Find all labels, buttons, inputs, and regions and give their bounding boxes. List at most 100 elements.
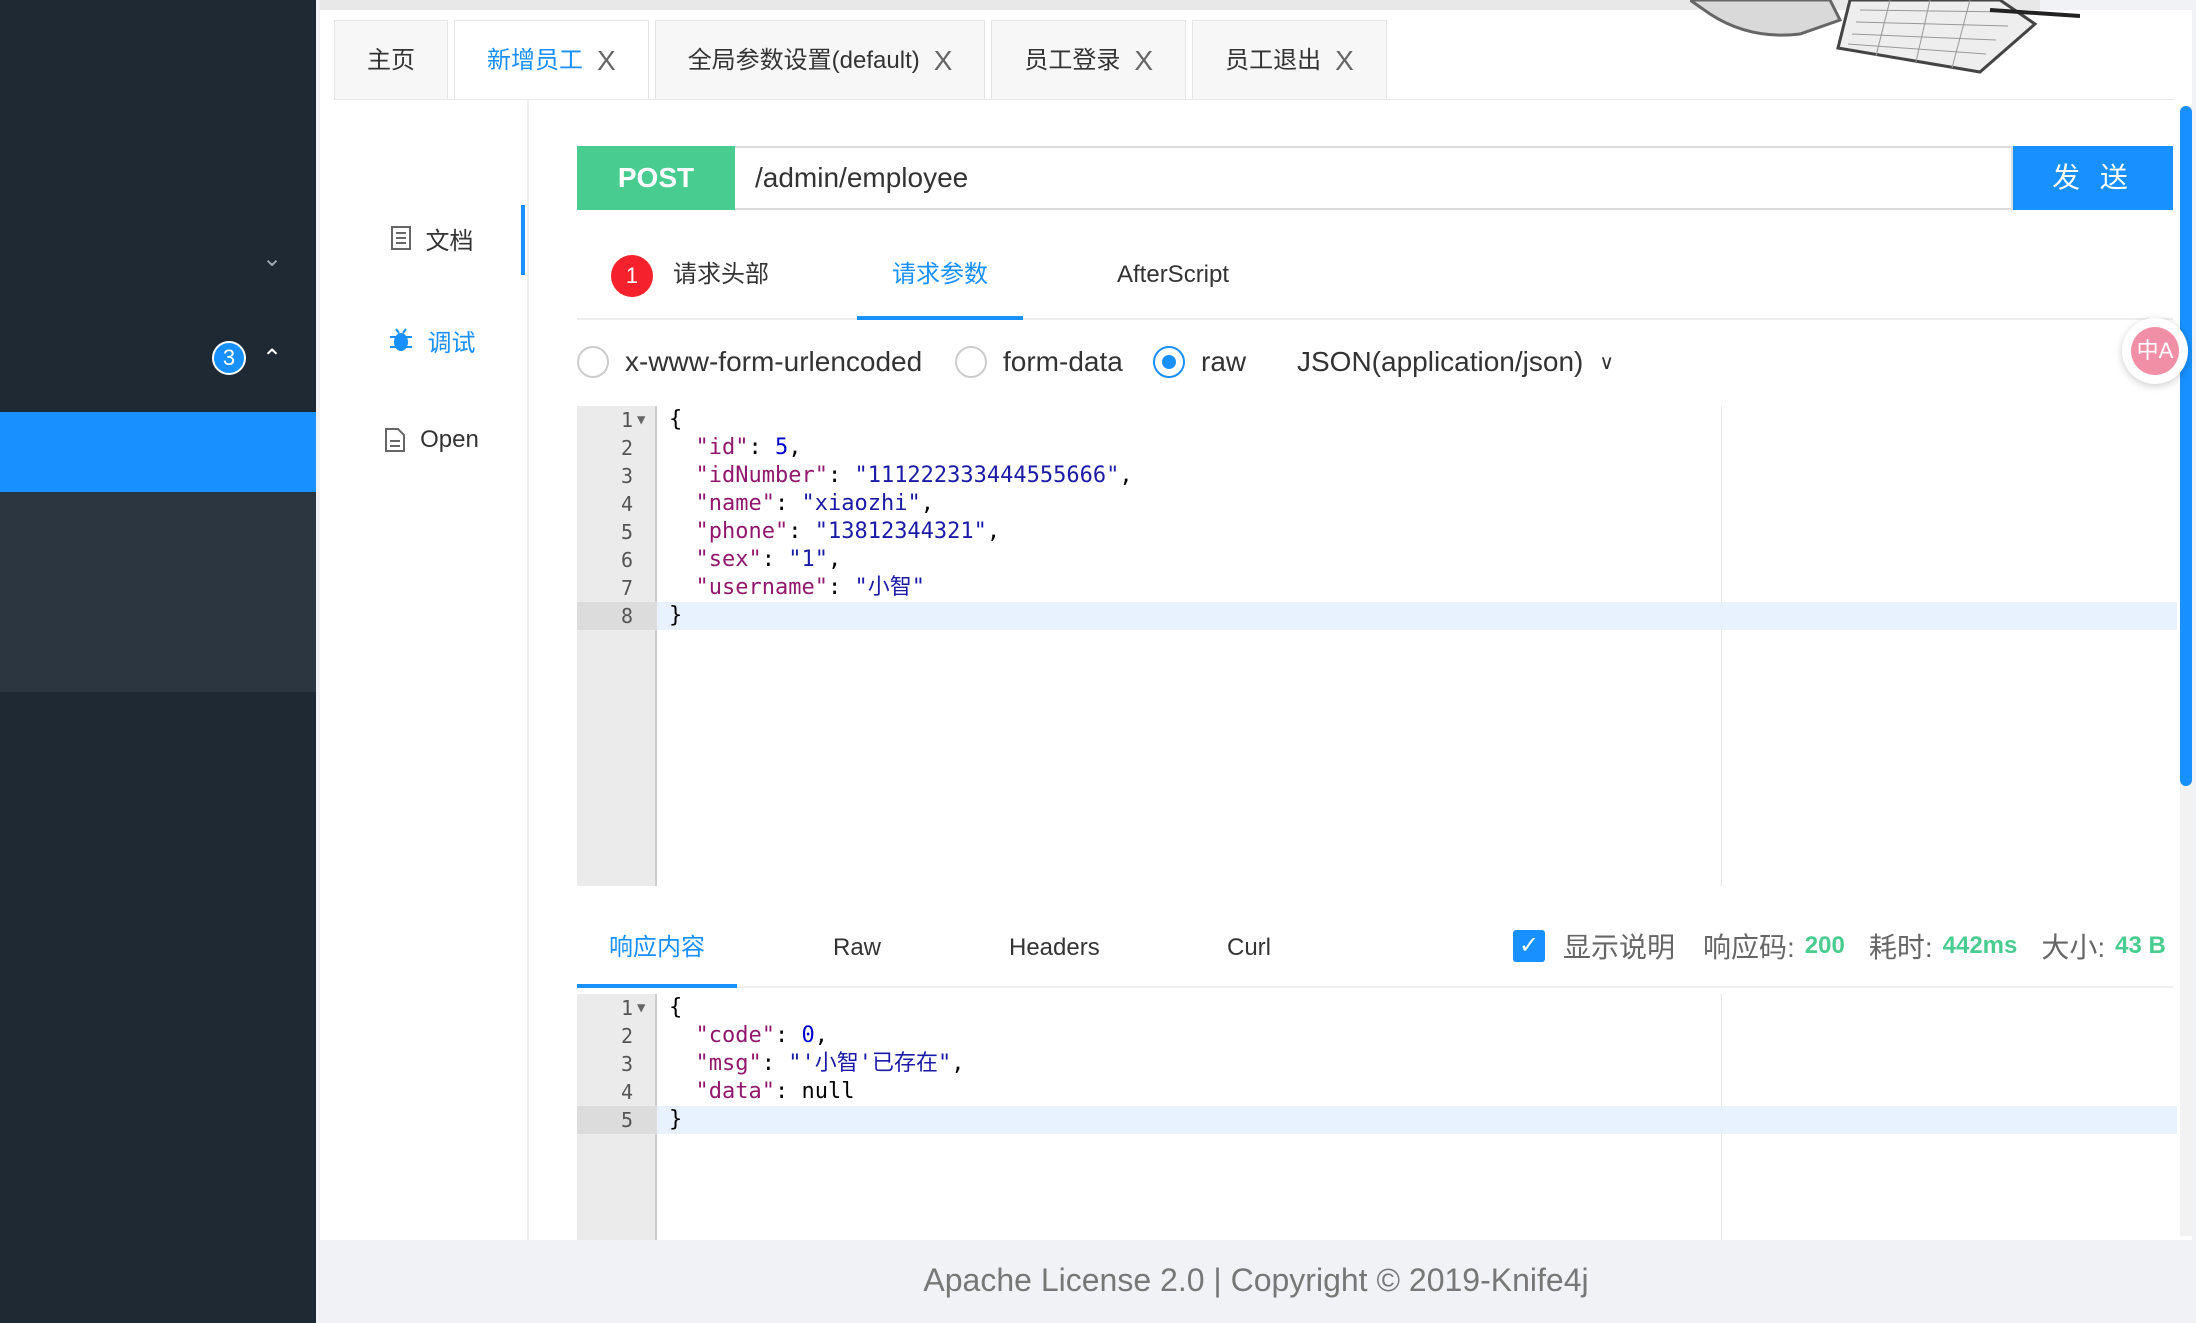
headers-count-badge: 1 bbox=[611, 254, 653, 297]
page-footer: Apache License 2.0 | Copyright © 2019-Kn… bbox=[316, 1240, 2196, 1323]
field-value: null bbox=[801, 1079, 855, 1104]
menu-item-docs[interactable]: 文档 bbox=[334, 208, 529, 268]
tab-label: 全局参数设置(default) bbox=[687, 46, 920, 74]
status-code-value: 200 bbox=[1804, 932, 1845, 959]
code-text: "msg": "'小智'已存在", bbox=[695, 1051, 965, 1076]
code-text: "id": 5, bbox=[695, 435, 802, 460]
field-value: "'小智'已存在" bbox=[788, 1051, 952, 1076]
file-icon bbox=[385, 428, 406, 452]
tabs-divider bbox=[334, 99, 2174, 100]
code-text: "data": null bbox=[695, 1079, 855, 1104]
content-type-select[interactable]: JSON(application/json) ∨ bbox=[1297, 340, 1614, 384]
translate-button[interactable]: 中A bbox=[2122, 318, 2188, 384]
code-text: } bbox=[669, 1107, 683, 1132]
code-line-active: 8} bbox=[577, 602, 2177, 630]
status-code-label: 响应码: bbox=[1703, 932, 1795, 963]
field-value: "111222333444555666" bbox=[854, 463, 1120, 488]
code-text: } bbox=[669, 603, 683, 628]
bug-icon bbox=[389, 328, 412, 351]
code-text: "idNumber": "111222333444555666", bbox=[695, 463, 1133, 488]
tab-home[interactable]: 主页 bbox=[334, 20, 448, 100]
url-input[interactable]: /admin/employee bbox=[735, 146, 2013, 210]
fold-icon[interactable]: ▼ bbox=[637, 994, 645, 1022]
tab-response-raw[interactable]: Raw bbox=[833, 918, 881, 988]
code-text: "username": "小智" bbox=[695, 575, 925, 600]
chevron-down-icon[interactable]: ⌄ bbox=[262, 244, 282, 273]
menu-item-debug[interactable]: 调试 bbox=[334, 310, 529, 370]
show-desc-checkbox[interactable]: ✓ bbox=[1513, 930, 1545, 962]
code-line: 7 "username": "小智" bbox=[577, 574, 2177, 602]
line-number: 2 bbox=[620, 436, 633, 460]
tab-response-content[interactable]: 响应内容 bbox=[577, 918, 737, 988]
code-line: 5 "phone": "13812344321", bbox=[577, 518, 2177, 546]
code-text: { bbox=[669, 995, 683, 1020]
tab-request-params[interactable]: 请求参数 bbox=[857, 240, 1023, 320]
tab-label: 主页 bbox=[367, 46, 415, 74]
radio-urlencoded[interactable]: x-www-form-urlencoded bbox=[577, 340, 922, 384]
tab-label: 请求头部 bbox=[673, 261, 769, 288]
tab-response-headers[interactable]: Headers bbox=[1009, 918, 1100, 988]
field-value: 0 bbox=[801, 1023, 815, 1048]
code-text: "name": "xiaozhi", bbox=[695, 491, 934, 516]
radio-circle bbox=[955, 346, 987, 378]
close-icon[interactable]: X bbox=[597, 22, 616, 100]
code-line-active: 5} bbox=[577, 1106, 2177, 1134]
line-number: 3 bbox=[620, 464, 633, 488]
code-line: 3 "idNumber": "111222333444555666", bbox=[577, 462, 2177, 490]
menu-item-label: 调试 bbox=[427, 329, 476, 357]
tab-label: 员工登录 bbox=[1024, 46, 1121, 74]
send-button[interactable]: 发 送 bbox=[2013, 146, 2173, 210]
response-meta: ✓ 显示说明 响应码: 200 耗时: 442ms 大小: 43 B bbox=[1513, 926, 2180, 966]
content-type-value: JSON(application/json) bbox=[1297, 346, 1584, 377]
tab-global-params[interactable]: 全局参数设置(default) X bbox=[654, 20, 986, 100]
size-value: 43 B bbox=[2115, 932, 2166, 959]
doc-menu: 文档 调试 Open bbox=[334, 100, 529, 1240]
tab-afterscript[interactable]: AfterScript bbox=[1117, 240, 1229, 320]
time-label: 耗时: bbox=[1868, 932, 1933, 963]
tab-employee-logout[interactable]: 员工退出 X bbox=[1192, 20, 1387, 100]
radio-raw[interactable]: raw bbox=[1153, 340, 1246, 384]
close-icon[interactable]: X bbox=[1335, 22, 1354, 100]
radio-form-data[interactable]: form-data bbox=[955, 340, 1123, 384]
code-line: 2 "code": 0, bbox=[577, 1022, 2177, 1050]
chevron-down-icon: ∨ bbox=[1599, 351, 1614, 374]
close-icon[interactable]: X bbox=[934, 22, 953, 100]
menu-active-indicator bbox=[521, 205, 525, 275]
sidebar-active-item[interactable] bbox=[0, 412, 316, 492]
field-value: "13812344321" bbox=[814, 519, 987, 544]
time-value: 442ms bbox=[1942, 932, 2018, 959]
sidebar-submenu bbox=[0, 492, 316, 692]
size-label: 大小: bbox=[2041, 932, 2106, 963]
tab-response-curl[interactable]: Curl bbox=[1227, 918, 1271, 988]
request-body-editor[interactable]: 1 ▼ { 2 "id": 5, 3 "idNumber": "1112223334… bbox=[577, 406, 2177, 886]
code-line: 3 "msg": "'小智'已存在", bbox=[577, 1050, 2177, 1078]
line-number: 5 bbox=[620, 520, 633, 544]
show-desc-label: 显示说明 bbox=[1563, 932, 1676, 963]
keyboard-illustration bbox=[1690, 0, 2080, 74]
code-line: 2 "id": 5, bbox=[577, 434, 2177, 462]
field-value: "xiaozhi" bbox=[801, 491, 921, 516]
close-icon[interactable]: X bbox=[1134, 22, 1153, 100]
tab-add-employee[interactable]: 新增员工 X bbox=[454, 20, 649, 100]
scrollbar-thumb[interactable] bbox=[2180, 106, 2192, 786]
tab-label: 员工退出 bbox=[1225, 46, 1322, 74]
code-line: 4 "name": "xiaozhi", bbox=[577, 490, 2177, 518]
line-number: 4 bbox=[620, 492, 633, 516]
menu-item-label: 文档 bbox=[425, 227, 474, 255]
request-bar: POST /admin/employee 发 送 bbox=[577, 146, 2173, 210]
page-tabs: 主页 新增员工 X 全局参数设置(default) X 员工登录 X 员工退出 X bbox=[334, 20, 1387, 100]
tab-employee-login[interactable]: 员工登录 X bbox=[991, 20, 1187, 100]
document-icon bbox=[390, 226, 411, 250]
line-number: 3 bbox=[620, 1052, 633, 1076]
fold-icon[interactable]: ▼ bbox=[637, 406, 645, 434]
response-body-editor[interactable]: 1 ▼ { 2 "code": 0, 3 "msg": "'小智'已存在", 4 "… bbox=[577, 994, 2177, 1240]
menu-item-open[interactable]: Open bbox=[334, 410, 529, 470]
code-text: "phone": "13812344321", bbox=[695, 519, 1001, 544]
tab-request-headers[interactable]: 1 请求头部 bbox=[611, 240, 769, 320]
radio-label: form-data bbox=[1003, 346, 1123, 377]
line-number: 6 bbox=[620, 548, 633, 572]
field-value: "小智" bbox=[854, 575, 925, 600]
tab-label: 新增员工 bbox=[487, 46, 583, 74]
radio-label: x-www-form-urlencoded bbox=[625, 346, 923, 377]
chevron-up-icon[interactable]: ⌃ bbox=[262, 344, 282, 373]
